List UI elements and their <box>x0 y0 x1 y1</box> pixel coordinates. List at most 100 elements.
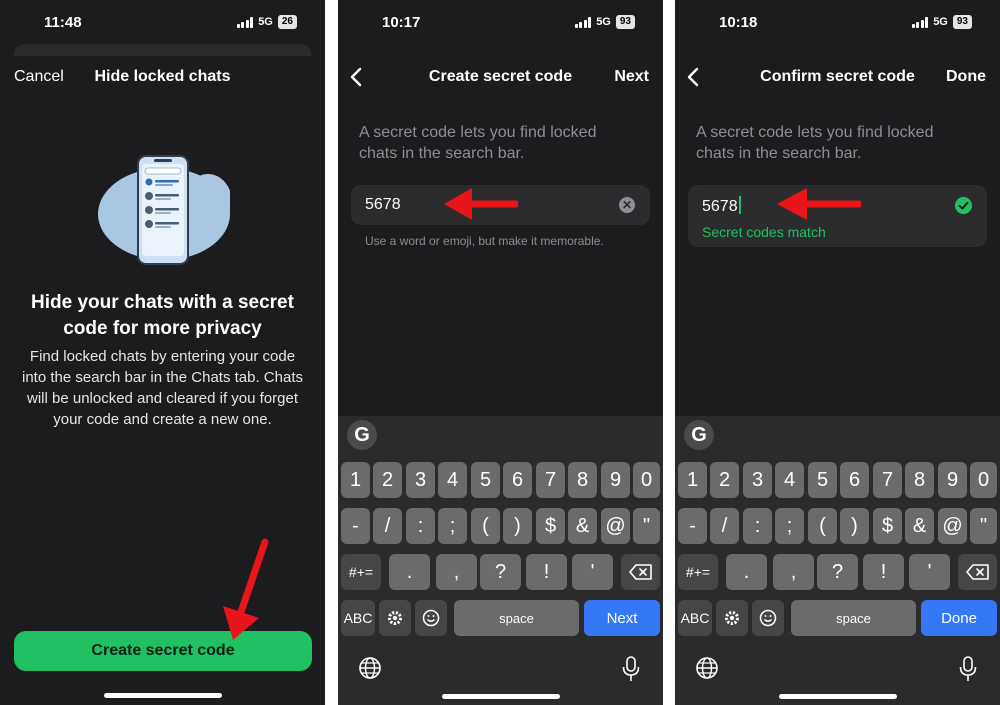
home-indicator <box>441 694 560 699</box>
key-symbols[interactable]: #+= <box>678 554 718 590</box>
key-quote[interactable]: " <box>970 508 997 544</box>
next-button[interactable]: Next <box>614 68 649 86</box>
key-period[interactable]: . <box>389 554 430 590</box>
key-3[interactable]: 3 <box>743 462 772 498</box>
key-5[interactable]: 5 <box>471 462 500 498</box>
key-6[interactable]: 6 <box>503 462 532 498</box>
emoji-icon <box>759 609 777 627</box>
key-8[interactable]: 8 <box>905 462 934 498</box>
status-time: 10:17 <box>382 14 421 31</box>
key-5[interactable]: 5 <box>808 462 837 498</box>
red-arrow-icon <box>223 538 269 640</box>
emoji-key[interactable] <box>752 600 784 636</box>
keyboard-settings-key[interactable] <box>716 600 748 636</box>
key-8[interactable]: 8 <box>568 462 597 498</box>
globe-icon[interactable] <box>358 656 382 680</box>
network-label: 5G <box>258 16 273 28</box>
key-apostrophe[interactable]: ' <box>572 554 613 590</box>
key-ampersand[interactable]: & <box>568 508 597 544</box>
key-1[interactable]: 1 <box>678 462 707 498</box>
battery-icon: 93 <box>615 15 635 29</box>
key-4[interactable]: 4 <box>775 462 804 498</box>
key-2[interactable]: 2 <box>373 462 402 498</box>
screen-hide-locked-chats: 11:48 5G 26 Cancel Hide locked chats Hid… <box>0 0 325 705</box>
checkmark-icon <box>955 197 972 214</box>
key-abc[interactable]: ABC <box>341 600 375 636</box>
key-question[interactable]: ? <box>817 554 858 590</box>
network-label: 5G <box>933 16 948 28</box>
key-0[interactable]: 0 <box>633 462 660 498</box>
emoji-icon <box>422 609 440 627</box>
key-quote[interactable]: " <box>633 508 660 544</box>
key-slash[interactable]: / <box>710 508 739 544</box>
key-period[interactable]: . <box>726 554 767 590</box>
key-at[interactable]: @ <box>601 508 630 544</box>
backspace-icon <box>965 564 989 580</box>
key-question[interactable]: ? <box>480 554 521 590</box>
clear-icon[interactable]: ✕ <box>619 197 635 213</box>
key-dollar[interactable]: $ <box>536 508 565 544</box>
nav-bar: Confirm secret code Done <box>675 56 1000 98</box>
backspace-key[interactable] <box>621 554 660 590</box>
status-time: 10:18 <box>719 14 758 31</box>
key-exclamation[interactable]: ! <box>526 554 567 590</box>
key-1[interactable]: 1 <box>341 462 370 498</box>
key-9[interactable]: 9 <box>601 462 630 498</box>
microphone-icon[interactable] <box>621 656 641 682</box>
signal-icon <box>911 16 929 28</box>
status-bar: 11:48 5G 26 <box>0 0 325 44</box>
red-arrow-icon <box>777 188 861 220</box>
key-dollar[interactable]: $ <box>873 508 902 544</box>
keyboard: G 1 2 3 4 5 6 7 8 9 0 - / : ; ( ) $ & @ … <box>338 416 663 705</box>
key-semicolon[interactable]: ; <box>438 508 467 544</box>
keyboard: G 1 2 3 4 5 6 7 8 9 0 - / : ; ( ) $ & @ … <box>675 416 1000 705</box>
keyboard-settings-key[interactable] <box>379 600 411 636</box>
key-slash[interactable]: / <box>373 508 402 544</box>
gear-icon <box>725 611 739 625</box>
key-close-paren[interactable]: ) <box>503 508 532 544</box>
nav-bar: Create secret code Next <box>338 56 663 98</box>
google-icon[interactable]: G <box>347 420 377 450</box>
google-icon[interactable]: G <box>684 420 714 450</box>
key-6[interactable]: 6 <box>840 462 869 498</box>
key-colon[interactable]: : <box>406 508 435 544</box>
confirm-code-value-wrap: 5678 <box>702 196 741 216</box>
key-colon[interactable]: : <box>743 508 772 544</box>
gear-icon <box>388 611 402 625</box>
key-9[interactable]: 9 <box>938 462 967 498</box>
key-close-paren[interactable]: ) <box>840 508 869 544</box>
key-symbols[interactable]: #+= <box>341 554 381 590</box>
key-hyphen[interactable]: - <box>341 508 370 544</box>
secret-code-description: A secret code lets you find locked chats… <box>359 124 597 162</box>
space-key[interactable]: space <box>454 600 579 636</box>
key-comma[interactable]: , <box>773 554 814 590</box>
key-open-paren[interactable]: ( <box>808 508 837 544</box>
microphone-icon[interactable] <box>958 656 978 682</box>
key-3[interactable]: 3 <box>406 462 435 498</box>
key-4[interactable]: 4 <box>438 462 467 498</box>
key-ampersand[interactable]: & <box>905 508 934 544</box>
key-comma[interactable]: , <box>436 554 477 590</box>
space-key[interactable]: space <box>791 600 916 636</box>
key-7[interactable]: 7 <box>873 462 902 498</box>
key-7[interactable]: 7 <box>536 462 565 498</box>
network-label: 5G <box>596 16 611 28</box>
key-abc[interactable]: ABC <box>678 600 712 636</box>
key-2[interactable]: 2 <box>710 462 739 498</box>
globe-icon[interactable] <box>695 656 719 680</box>
key-apostrophe[interactable]: ' <box>909 554 950 590</box>
key-exclamation[interactable]: ! <box>863 554 904 590</box>
key-0[interactable]: 0 <box>970 462 997 498</box>
key-semicolon[interactable]: ; <box>775 508 804 544</box>
key-hyphen[interactable]: - <box>678 508 707 544</box>
backspace-key[interactable] <box>958 554 997 590</box>
screen-confirm-secret-code: 10:18 5G 93 Confirm secret code Done A s… <box>675 0 1000 705</box>
emoji-key[interactable] <box>415 600 447 636</box>
key-at[interactable]: @ <box>938 508 967 544</box>
backspace-icon <box>628 564 652 580</box>
keyboard-next-key[interactable]: Next <box>584 600 660 636</box>
keyboard-done-key[interactable]: Done <box>921 600 997 636</box>
key-open-paren[interactable]: ( <box>471 508 500 544</box>
status-bar: 10:17 5G 93 <box>338 0 663 44</box>
done-button[interactable]: Done <box>946 68 986 86</box>
